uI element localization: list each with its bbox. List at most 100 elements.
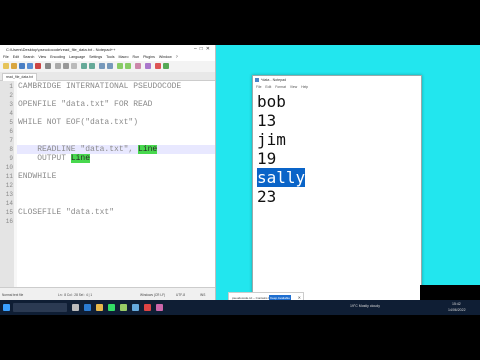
notepad-titlebar: *data - Notepad [253,76,421,84]
menu-search[interactable]: Search [23,55,34,59]
menu-encoding[interactable]: Encoding [50,55,65,59]
clock-date[interactable]: 14/06/2022 [448,308,466,312]
line-text: jim [257,130,286,149]
status-encoding: UTF-8 [176,293,186,297]
line-number: 11 [5,173,13,180]
line-number: 5 [9,119,13,126]
chrome-icon[interactable] [108,304,115,311]
menu-edit[interactable]: Edit [13,55,19,59]
notepad-menu-edit[interactable]: Edit [265,85,271,89]
tab-read-file-data[interactable]: read_file_data.txt [2,73,37,81]
paste-icon[interactable] [71,63,77,69]
code-line: CLOSEFILE "data.txt" [18,208,115,217]
play-macro-icon[interactable] [163,63,169,69]
line-number: 4 [9,110,13,117]
weather-widget[interactable]: 19°C Mostly cloudy [350,304,380,308]
new-file-icon[interactable] [3,63,9,69]
save-icon[interactable] [19,63,25,69]
code-text: OUTPUT [18,154,71,163]
notepadpp-taskbar-icon[interactable] [120,304,127,311]
redo-icon[interactable] [89,63,95,69]
status-position: Ln : 8 Col : 28 Sel : 4 | 1 [58,293,93,297]
menu-settings[interactable]: Settings [89,55,102,59]
line-number: 6 [9,128,13,135]
notepad-taskbar-icon[interactable] [132,304,139,311]
code-line: CAMBRIDGE INTERNATIONAL PSEUDOCODE [18,82,182,91]
menu-help[interactable]: ? [176,55,178,59]
menu-window[interactable]: Window [159,55,172,59]
sync-scroll-icon[interactable] [135,63,141,69]
menu-macro[interactable]: Macro [119,55,129,59]
notepad-menu-format[interactable]: Format [275,85,286,89]
notepad-text-line: 13 [257,111,276,130]
notepad-title: *data - Notepad [261,78,287,82]
window-controls-icon[interactable]: –□✕ [194,45,213,54]
start-icon[interactable] [3,304,10,311]
notepad-menu-help[interactable]: Help [301,85,308,89]
menu-view[interactable]: View [38,55,46,59]
line-number: 13 [5,191,13,198]
line-number: 8 [9,146,13,153]
find-icon[interactable] [99,63,105,69]
code-line: OUTPUT Line [18,154,91,163]
line-number: 15 [5,209,13,216]
code-text: READLINE "data.txt", [18,145,139,154]
line-number: 9 [9,155,13,162]
task-view-icon[interactable] [72,304,79,311]
line-number: 1 [9,83,13,90]
code-editor[interactable]: 1 2 3 4 5 6 7 8 9 10 11 12 13 14 15 16 CAMBRIDGE INTERN… [0,81,215,287]
taskbar-search-box[interactable] [13,303,67,312]
menu-run[interactable]: Run [133,55,140,59]
notepad-text-line: 19 [257,149,276,168]
menu-plugins[interactable]: Plugins [143,55,155,59]
save-all-icon[interactable] [27,63,33,69]
notepad-app-icon [255,78,259,82]
notepadpp-titlebar: C:\Users\Desktop\pseudocode\read_file_da… [0,45,215,54]
copy-icon[interactable] [63,63,69,69]
open-file-icon[interactable] [11,63,17,69]
line-number: 3 [9,101,13,108]
notepad-text-line: 23 [257,187,276,206]
notepad-menu-view[interactable]: View [290,85,297,89]
notepad-menu-file[interactable]: File [256,85,261,89]
line-number-gutter: 1 2 3 4 5 6 7 8 9 10 11 12 13 14 15 16 [0,81,15,287]
word-wrap-icon[interactable] [145,63,151,69]
replace-icon[interactable] [107,63,113,69]
notepad-window: *data - Notepad File Edit Format View He… [252,75,422,314]
menu-tools[interactable]: Tools [106,55,114,59]
menu-file[interactable]: File [3,55,9,59]
undo-icon[interactable] [81,63,87,69]
notepad-text-line: sally [257,168,306,187]
status-eol: Windows (CR LF) [140,293,166,297]
line-text: 23 [257,187,277,206]
code-line: ENDWHILE [18,172,57,181]
zoom-in-icon[interactable] [117,63,123,69]
status-mode: INS [200,293,206,297]
desktop-screen: C:\Users\Desktop\pseudocode\read_file_da… [0,45,480,315]
highlighted-token: Line [138,145,158,154]
app-icon-2[interactable] [156,304,163,311]
line-number: 14 [5,200,13,207]
record-macro-icon[interactable] [155,63,161,69]
clock-time[interactable]: 15:42 [452,302,461,306]
print-icon[interactable] [45,63,51,69]
zoom-out-icon[interactable] [125,63,131,69]
notepad-text-line: jim [257,130,286,149]
menu-language[interactable]: Language [69,55,85,59]
notepadpp-title: C:\Users\Desktop\pseudocode\read_file_da… [6,47,116,52]
selected-text: sally [257,168,306,187]
notepad-text-area[interactable]: bob 13 jim 19 sally 23 [253,90,421,313]
line-number: 10 [5,164,13,171]
notepadpp-tabbar: read_file_data.txt [0,72,215,81]
line-text: bob [257,92,286,111]
app-icon[interactable] [144,304,151,311]
line-number: 16 [5,218,13,225]
cut-icon[interactable] [55,63,61,69]
status-filetype: Normal text file [2,293,24,297]
fold-margin [14,81,17,287]
close-file-icon[interactable] [35,63,41,69]
highlighted-token: Line [70,154,91,163]
edge-icon[interactable] [84,304,91,311]
code-line: OPENFILE "data.txt" FOR READ [18,100,153,109]
file-explorer-icon[interactable] [96,304,103,311]
